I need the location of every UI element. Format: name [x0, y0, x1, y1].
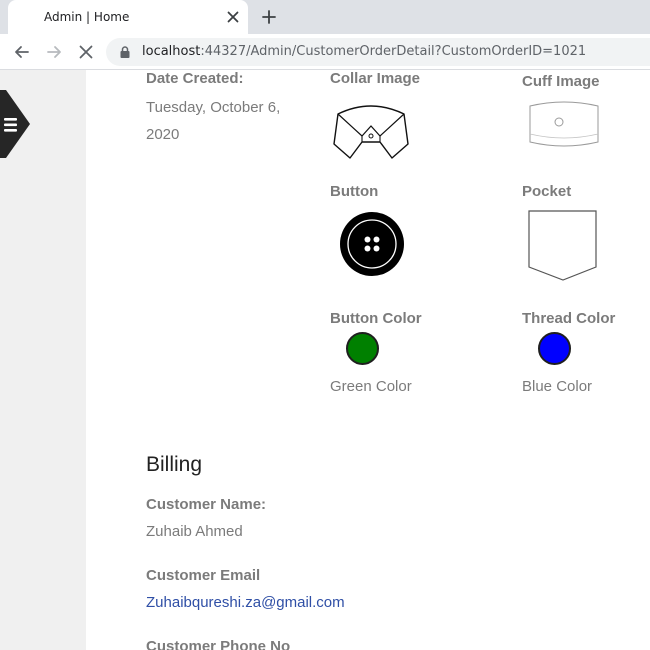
url-text: localhost:44327/Admin/CustomerOrderDetai…: [142, 44, 586, 59]
collar-image-label: Collar Image: [330, 70, 421, 87]
cuff-image: [529, 101, 599, 147]
thread-color-label: Thread Color: [522, 310, 616, 327]
plus-icon[interactable]: [258, 6, 280, 28]
thread-color-value: Blue Color: [522, 378, 593, 395]
page-content: Date Created: Tuesday, October 6, 2020 C…: [0, 70, 650, 650]
billing-section-title: Billing: [146, 453, 203, 476]
cuff-image-label: Cuff Image: [522, 73, 600, 90]
date-created-value: Tuesday, October 6, 2020: [146, 99, 281, 143]
button-color-value: Green Color: [330, 378, 412, 395]
button-color-swatch: [346, 332, 379, 365]
button-color-label: Button Color: [330, 310, 422, 327]
customer-name-value: Zuhaib Ahmed: [146, 523, 243, 540]
close-icon[interactable]: [224, 8, 242, 26]
hamburger-menu-icon[interactable]: [0, 90, 32, 160]
pocket-image: [528, 210, 597, 281]
browser-tabstrip: Admin | Home: [0, 0, 650, 34]
lock-icon: [120, 46, 130, 58]
url-path: :44327/Admin/CustomerOrderDetail?CustomO…: [200, 44, 587, 59]
forward-arrow-icon[interactable]: [43, 41, 65, 63]
customer-name-label: Customer Name:: [146, 496, 267, 513]
address-bar[interactable]: localhost:44327/Admin/CustomerOrderDetai…: [106, 38, 650, 66]
customer-email-label: Customer Email: [146, 567, 261, 584]
tab-title: Admin | Home: [44, 10, 130, 24]
browser-tab[interactable]: Admin | Home: [8, 0, 248, 34]
collar-image: [333, 105, 409, 159]
customer-phone-label: Customer Phone No: [146, 638, 291, 650]
date-created-label: Date Created:: [146, 70, 244, 87]
button-label: Button: [330, 183, 379, 200]
button-image: [340, 212, 404, 276]
thread-color-swatch: [538, 332, 571, 365]
stop-loading-icon[interactable]: [75, 41, 97, 63]
url-host: localhost: [142, 44, 201, 59]
back-arrow-icon[interactable]: [11, 41, 33, 63]
pocket-label: Pocket: [522, 183, 572, 200]
customer-email-link[interactable]: Zuhaibqureshi.za@gmail.com: [146, 594, 345, 611]
browser-toolbar: localhost:44327/Admin/CustomerOrderDetai…: [0, 34, 650, 70]
